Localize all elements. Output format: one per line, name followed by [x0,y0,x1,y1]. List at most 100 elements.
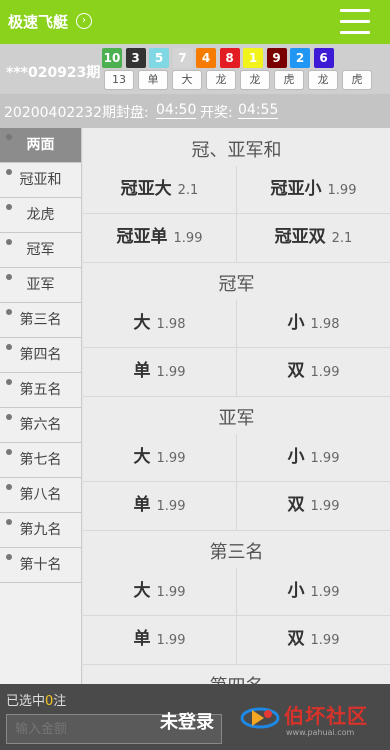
bet-option[interactable]: 大 1.98 [83,300,236,346]
bullet-icon [6,344,12,350]
bet-name: 单 [133,495,151,515]
bet-option[interactable]: 大 1.99 [83,434,236,480]
sidebar-item[interactable]: 龙虎 [0,198,81,233]
bullet-icon [6,484,12,490]
result-ball: 8 [219,48,240,68]
sidebar-item[interactable]: 第十名 [0,548,81,583]
result-attribute: 龙 [308,70,338,90]
bullet-icon [6,414,12,420]
bet-odds: 1.98 [310,317,340,332]
last-draw-row: ***020923期 10 3 5 7 4 8 1 9 2 6 13 单大龙龙虎龙虎 [0,44,390,94]
bet-name: 双 [287,361,305,381]
sidebar-item[interactable]: 第四名 [0,338,81,373]
watermark-logo: 伯坏社区 www.pahuai.com [240,698,386,742]
chevron-right-icon[interactable]: › [76,13,92,29]
watermark-brand: 伯坏社区 [284,704,368,728]
sidebar-item-label: 第六名 [19,417,62,433]
result-ball: 10 [102,48,122,68]
timing-bar: 20200402232期封盘: 04:50 开奖: 04:55 [0,94,390,128]
sidebar-item-label: 冠军 [26,242,55,258]
watermark-logo-icon [240,707,280,729]
result-ball: 7 [172,48,193,68]
sidebar-item-label: 第九名 [19,522,62,538]
hamburger-menu-icon[interactable] [340,9,370,35]
bet-odds: 1.99 [310,451,340,466]
lottery-title[interactable]: 极速飞艇 [8,11,68,32]
selected-count-text: 已选中0注 [6,694,67,709]
close-countdown: 04:50 [156,102,197,119]
bet-option[interactable]: 双 1.99 [237,348,390,394]
last-issue-label: ***020923期 [6,65,101,81]
open-countdown: 04:55 [238,102,279,119]
bet-name: 单 [133,361,151,381]
bullet-icon [6,169,12,175]
sidebar-item-label: 冠亚和 [19,172,62,188]
bullet-icon [6,274,12,280]
sidebar-item-label: 第四名 [19,347,62,363]
sidebar-item-label: 亚军 [26,277,55,293]
bet-option[interactable]: 冠亚大 2.1 [83,166,236,212]
top-bar: 极速飞艇 › [0,0,390,44]
section-divider [83,664,390,665]
bullet-icon [6,309,12,315]
section-title: 亚军 [218,408,255,429]
sidebar-item[interactable]: 亚军 [0,268,81,303]
bet-odds: 1.99 [173,231,203,246]
bet-name: 大 [133,313,151,333]
sidebar-item[interactable]: 两面 [0,128,81,163]
bet-option[interactable]: 冠亚双 2.1 [237,214,390,260]
result-ball: 1 [243,48,263,68]
result-attribute: 龙 [206,70,236,90]
bet-option[interactable]: 单 1.99 [83,482,236,528]
bet-option[interactable]: 小 1.99 [237,568,390,614]
bet-odds: 1.99 [156,499,186,514]
column-divider [236,166,237,262]
bet-odds: 1.99 [156,451,186,466]
result-ball: 3 [125,48,146,68]
bet-option[interactable]: 小 1.98 [237,300,390,346]
sidebar-item[interactable]: 第九名 [0,513,81,548]
bet-odds: 1.99 [310,499,340,514]
bet-option[interactable]: 冠亚单 1.99 [83,214,236,260]
bet-option[interactable]: 大 1.99 [83,568,236,614]
bet-name: 小 [287,447,305,467]
sidebar-item[interactable]: 冠军 [0,233,81,268]
result-ball: 6 [313,48,334,68]
sidebar-item[interactable]: 第五名 [0,373,81,408]
bet-name: 小 [287,313,305,333]
bet-option[interactable]: 冠亚小 1.99 [237,166,390,212]
bet-option[interactable]: 双 1.99 [237,482,390,528]
sidebar-item[interactable]: 第八名 [0,478,81,513]
sidebar-item[interactable]: 冠亚和 [0,163,81,198]
bet-option[interactable]: 双 1.99 [237,616,390,662]
sidebar-item-label: 第七名 [19,452,62,468]
bet-footer: 已选中0注 未登录 伯坏社区 www.pahuai.com [0,684,390,750]
bet-option[interactable]: 单 1.99 [83,348,236,394]
bullet-icon [6,239,12,245]
current-issue-close-label: 20200402232期封盘: [4,105,149,121]
bullet-icon [6,449,12,455]
category-sidebar: 两面冠亚和龙虎冠军亚军第三名第四名第五名第六名第七名第八名第九名第十名 [0,128,82,690]
bullet-icon [6,554,12,560]
bet-odds: 1.99 [310,365,340,380]
betting-panel: 冠、亚军和 冠亚大 2.1 冠亚小 1.99 冠亚单 1.99 冠亚双 2.1 冠军大 1.98 小 1… [83,128,390,690]
result-attribute: 虎 [274,70,304,90]
login-button[interactable]: 未登录 [160,708,214,734]
sidebar-item-label: 第八名 [19,487,62,503]
bet-odds: 1.99 [310,585,340,600]
sidebar-item[interactable]: 第七名 [0,443,81,478]
sidebar-item[interactable]: 第三名 [0,303,81,338]
column-divider [236,434,237,530]
bet-name: 冠亚大 [120,179,172,199]
result-ball: 5 [149,48,169,68]
bet-name: 大 [133,447,151,467]
sidebar-item[interactable]: 第六名 [0,408,81,443]
bet-odds: 2.1 [177,183,199,198]
bet-odds: 1.98 [156,317,186,332]
bet-option[interactable]: 单 1.99 [83,616,236,662]
bet-option[interactable]: 小 1.99 [237,434,390,480]
result-ball: 2 [290,48,310,68]
result-attribute: 单 [138,70,168,90]
section-title: 冠、亚军和 [191,140,282,161]
bullet-icon [6,519,12,525]
